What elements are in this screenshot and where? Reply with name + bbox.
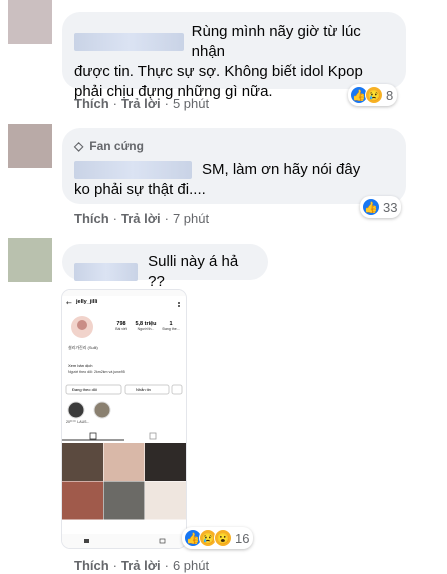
comment-text: Rùng mình nãy giờ từ lúc nhận xyxy=(191,23,361,60)
wow-icon: 😮 xyxy=(214,529,232,547)
timestamp[interactable]: 5 phút xyxy=(173,96,209,111)
stat-following: 1 Đang the... xyxy=(160,321,182,331)
sad-icon: 😢 xyxy=(365,86,383,104)
stat-label: Người th... xyxy=(137,327,155,331)
reaction-count: 33 xyxy=(383,199,398,215)
reaction-summary[interactable]: 👍 😢 😮 16 xyxy=(182,527,254,549)
bio: 설리가진리 (Sulli) xyxy=(68,345,98,350)
comment-text: ko phải sự thật đi.... xyxy=(74,181,206,198)
like-link[interactable]: Thích xyxy=(74,96,109,111)
stat-posts: 798 Bài viết xyxy=(110,321,132,331)
reaction-count: 8 xyxy=(386,87,394,103)
stat-label: Bài viết xyxy=(115,327,127,331)
like-icon: 👍 xyxy=(362,198,380,216)
comment-bubble: Rùng mình nãy giờ từ lúc nhận được tin. … xyxy=(62,12,406,100)
comment-bubble: Sulli này á hả ?? xyxy=(62,244,268,290)
comment-actions: Thích · Trả lời · 6 phút xyxy=(74,558,210,573)
comment-actions: Thích · Trả lời · 7 phút xyxy=(74,211,210,226)
comment-actions: Thích · Trả lời · 5 phút xyxy=(74,96,210,111)
badge-label: Fan cứng xyxy=(89,139,144,153)
comment-bubble: ◇ Fan cứng SM, làm ơn hãy nói đây ko phả… xyxy=(62,128,406,204)
followed-by: Người theo dõi: 2km2km và junw95 xyxy=(68,370,125,374)
follow-button[interactable]: Đang theo dõi xyxy=(72,387,97,392)
comment-text: được tin. Thực sự sợ. Không biết idol Kp… xyxy=(74,63,363,80)
reply-link[interactable]: Trả lời xyxy=(121,96,161,111)
highlight-label: 20ᄃᄃ LAUS... xyxy=(66,420,90,424)
comment-text: Sulli này á hả ?? xyxy=(148,253,239,290)
stat-label: Đang the... xyxy=(162,327,180,331)
reaction-summary[interactable]: 👍 33 xyxy=(360,196,402,218)
reply-link[interactable]: Trả lời xyxy=(121,211,161,226)
like-link[interactable]: Thích xyxy=(74,558,109,573)
stat-followers: 5,8 triệu Người th... xyxy=(134,321,158,331)
avatar[interactable] xyxy=(8,238,52,282)
redacted-name xyxy=(74,161,192,179)
comment-text: SM, làm ơn hãy nói đây xyxy=(202,161,361,178)
message-button[interactable]: Nhắn tin xyxy=(136,387,151,392)
reaction-count: 16 xyxy=(235,530,250,546)
username: jelly_jilli xyxy=(76,299,98,305)
fan-badge: ◇ Fan cứng xyxy=(74,136,394,156)
avatar[interactable] xyxy=(8,124,52,168)
reply-link[interactable]: Trả lời xyxy=(121,558,161,573)
redacted-name xyxy=(74,263,139,281)
reaction-summary[interactable]: 👍 😢 8 xyxy=(348,84,398,106)
redacted-name xyxy=(74,33,184,51)
diamond-icon: ◇ xyxy=(74,139,84,153)
timestamp[interactable]: 6 phút xyxy=(173,558,209,573)
attached-screenshot[interactable]: ← jelly_jilli 798 Bài viết 5,8 triệu Ngư… xyxy=(62,290,186,548)
see-translation-link[interactable]: Xem bản dịch xyxy=(68,363,92,368)
timestamp[interactable]: 7 phút xyxy=(173,211,209,226)
like-link[interactable]: Thích xyxy=(74,211,109,226)
svg-text:←: ← xyxy=(66,299,72,307)
avatar[interactable] xyxy=(8,0,52,44)
